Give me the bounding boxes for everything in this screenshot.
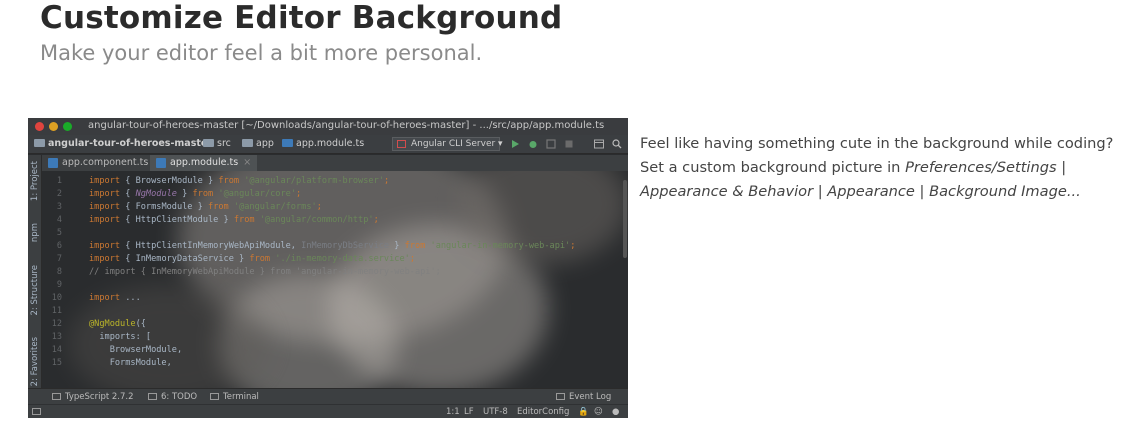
project-structure-icon[interactable] <box>594 139 604 149</box>
typescript-file-icon <box>156 158 166 168</box>
line-number: 3 <box>56 202 62 212</box>
run-configuration-select[interactable]: Angular CLI Server ▾ <box>392 137 503 151</box>
tool-window-bar: TypeScript 2.7.2 6: TODO Terminal Event … <box>28 388 628 404</box>
terminal-tool-button[interactable]: Terminal <box>210 392 259 402</box>
typescript-file-icon <box>48 158 58 168</box>
code-line: import { HttpClientModule } from '@angul… <box>89 215 379 225</box>
code-line: import ... <box>89 293 141 303</box>
code-line: // import { InMemoryWebApiModule } from … <box>89 267 441 277</box>
todo-icon <box>148 393 157 400</box>
code-line: import { HttpClientInMemoryWebApiModule,… <box>89 241 576 251</box>
notifications-icon[interactable]: ● <box>612 407 619 417</box>
code-line: BrowserModule, <box>89 345 183 355</box>
folder-icon <box>242 139 253 147</box>
line-number: 12 <box>51 319 62 329</box>
line-number: 13 <box>51 332 62 342</box>
maximize-window-icon[interactable] <box>63 122 72 131</box>
event-log-icon <box>556 393 565 400</box>
line-number: 14 <box>51 345 62 355</box>
search-icon[interactable] <box>612 139 622 149</box>
window-title: angular-tour-of-heroes-master [~/Downloa… <box>88 120 605 131</box>
code-line: import { FormsModule } from '@angular/fo… <box>89 202 322 212</box>
typescript-tool-button[interactable]: TypeScript 2.7.2 <box>52 392 134 402</box>
line-number: 7 <box>56 254 62 264</box>
editor-tabs: app.component.ts× app.module.ts× <box>42 155 628 171</box>
terminal-icon <box>210 393 219 400</box>
caret-position[interactable]: 1:1 <box>446 407 460 417</box>
coverage-icon[interactable] <box>546 139 556 149</box>
run-icon[interactable] <box>510 139 520 149</box>
code-line: import { BrowserModule } from '@angular/… <box>89 176 390 186</box>
close-window-icon[interactable] <box>35 122 44 131</box>
hector-icon[interactable]: ☺ <box>594 407 603 417</box>
line-number: 2 <box>56 189 62 199</box>
left-tool-strip: 1: Project npm 2: Structure 2: Favorites <box>28 155 42 395</box>
code-line: import { NgModule } from '@angular/core'… <box>89 189 302 199</box>
tool-tab-project[interactable]: 1: Project <box>30 161 40 201</box>
line-number: 15 <box>51 358 62 368</box>
lock-icon[interactable]: 🔒 <box>578 407 589 417</box>
minimize-window-icon[interactable] <box>49 122 58 131</box>
line-number: 9 <box>56 280 62 290</box>
line-number: 10 <box>51 293 62 303</box>
typescript-icon <box>52 393 61 400</box>
page-subtitle: Make your editor feel a bit more persona… <box>40 41 483 65</box>
ide-screenshot: angular-tour-of-heroes-master [~/Downloa… <box>28 118 628 418</box>
close-tab-icon[interactable]: × <box>243 157 251 168</box>
tool-tab-favorites[interactable]: 2: Favorites <box>30 337 40 386</box>
tool-tab-npm[interactable]: npm <box>30 223 40 242</box>
debug-icon[interactable] <box>528 139 538 149</box>
line-number: 4 <box>56 215 62 225</box>
code-line: imports: [ <box>89 332 152 342</box>
window-titlebar: angular-tour-of-heroes-master [~/Downloa… <box>28 118 628 135</box>
breadcrumb-app[interactable]: app <box>242 138 274 149</box>
file-icon <box>282 139 293 147</box>
line-number: 6 <box>56 241 62 251</box>
line-separator[interactable]: LF <box>464 407 474 417</box>
tab-app-module[interactable]: app.module.ts × <box>150 155 258 171</box>
page-title: Customize Editor Background <box>40 0 563 36</box>
editor-scrollbar[interactable] <box>623 180 627 258</box>
file-encoding[interactable]: UTF-8 <box>483 407 508 417</box>
editorconfig-indicator[interactable]: EditorConfig <box>517 407 569 417</box>
line-number: 11 <box>51 306 62 316</box>
line-number: 5 <box>56 228 62 238</box>
code-line: FormsModule, <box>89 358 172 368</box>
breadcrumb-file[interactable]: app.module.ts <box>282 138 364 149</box>
folder-icon <box>34 139 45 147</box>
code-line: import { InMemoryDataService } from './i… <box>89 254 415 264</box>
todo-tool-button[interactable]: 6: TODO <box>148 392 197 402</box>
tab-app-component[interactable]: app.component.ts× <box>42 155 167 171</box>
tool-windows-toggle-icon[interactable] <box>32 407 45 417</box>
event-log-tool-button[interactable]: Event Log <box>556 392 611 402</box>
feature-description: Feel like having something cute in the b… <box>640 132 1137 204</box>
stop-icon[interactable] <box>564 139 574 149</box>
tool-tab-structure[interactable]: 2: Structure <box>30 265 40 316</box>
folder-icon <box>203 139 214 147</box>
code-line: @NgModule({ <box>89 319 146 329</box>
line-number: 1 <box>56 176 62 186</box>
status-bar: 1:1 LF UTF-8 EditorConfig 🔒 ☺ ● <box>28 404 628 418</box>
breadcrumb-src[interactable]: src <box>203 138 231 149</box>
line-number: 8 <box>56 267 62 277</box>
angular-icon <box>397 140 406 148</box>
breadcrumb-project[interactable]: angular-tour-of-heroes-master <box>34 138 212 149</box>
navigation-bar: angular-tour-of-heroes-master src app ap… <box>28 135 628 154</box>
